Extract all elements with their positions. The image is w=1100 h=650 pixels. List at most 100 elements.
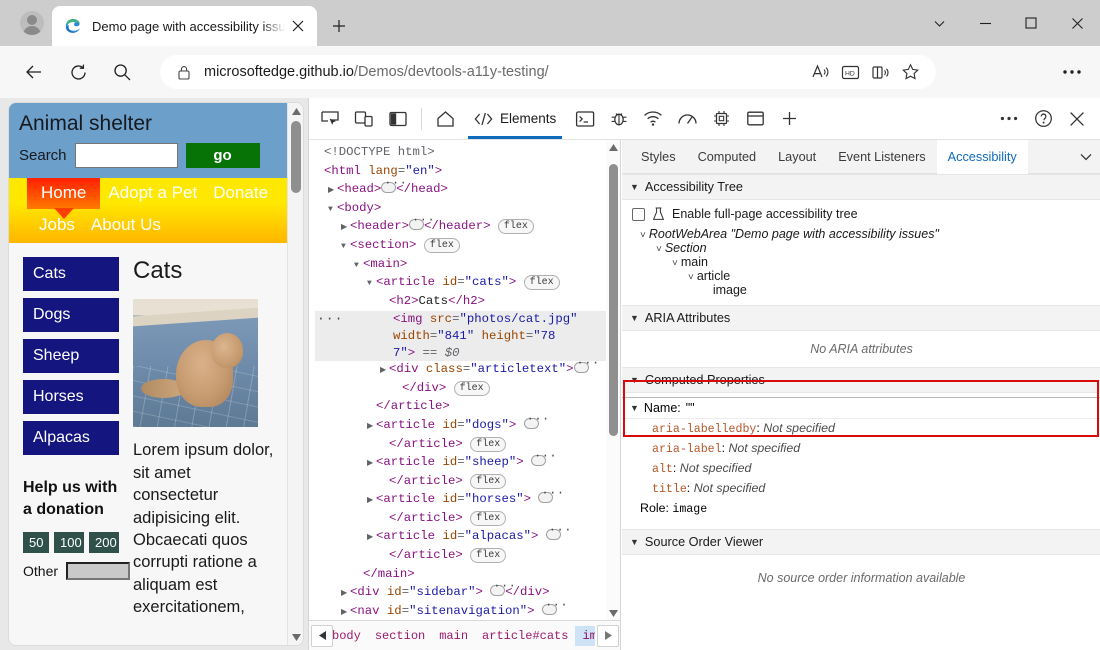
section-accessibility-tree[interactable]: ▼ Accessibility Tree — [622, 174, 1100, 200]
breadcrumb-item-section[interactable]: section — [368, 626, 432, 646]
expand-chevron-icon[interactable]: ˅ — [656, 244, 662, 255]
close-icon[interactable] — [285, 13, 311, 39]
collapse-triangle-icon[interactable]: ▶ — [367, 419, 376, 436]
a11y-node-main[interactable]: ˅main — [632, 255, 1093, 269]
collapse-triangle-icon[interactable]: ▶ — [341, 605, 350, 620]
dom-node-selected-cont2[interactable]: 7"> == $0 — [315, 345, 606, 362]
help-icon[interactable] — [1026, 103, 1060, 135]
scroll-up-arrow-icon[interactable] — [288, 103, 304, 119]
category-sheep[interactable]: Sheep — [23, 339, 119, 373]
application-icon[interactable] — [738, 103, 772, 135]
dom-node-line[interactable]: ▶<header></header> flex — [315, 218, 606, 237]
dom-node-line[interactable]: ▶<article id="dogs"> — [315, 417, 606, 436]
expand-chevron-icon[interactable]: ˅ — [640, 230, 646, 241]
nav-item-adopt[interactable]: Adopt a Pet — [100, 178, 205, 209]
tab-elements[interactable]: Elements — [462, 99, 568, 139]
category-alpacas[interactable]: Alpacas — [23, 421, 119, 455]
expand-triangle-icon[interactable]: ▼ — [341, 239, 350, 256]
category-dogs[interactable]: Dogs — [23, 298, 119, 332]
enable-full-page-tree-row[interactable]: Enable full-page accessibility tree — [632, 207, 1093, 221]
page-scrollbar[interactable] — [287, 103, 303, 645]
dock-side-icon[interactable] — [381, 103, 415, 135]
browser-settings-ellipsis-icon[interactable] — [1056, 58, 1088, 86]
tab-layout[interactable]: Layout — [767, 140, 827, 174]
expand-triangle-icon[interactable]: ▼ — [367, 276, 376, 293]
a11y-node-article[interactable]: ˅article — [632, 269, 1093, 283]
home-icon[interactable] — [428, 103, 462, 135]
a11y-node-image[interactable]: ˅image — [632, 283, 1093, 297]
nav-item-donate[interactable]: Donate — [205, 178, 276, 209]
dom-node-line[interactable]: <!DOCTYPE html> — [315, 144, 606, 163]
collapse-triangle-icon[interactable]: ▶ — [367, 530, 376, 547]
dom-node-line[interactable]: ▶<head></head> — [315, 181, 606, 200]
donation-other-input[interactable] — [66, 562, 130, 580]
nav-item-home[interactable]: Home — [27, 178, 100, 209]
a11y-node-RootWebArea[interactable]: ˅RootWebArea "Demo page with accessibili… — [632, 227, 1093, 241]
computed-name-row[interactable]: ▼ Name: "" — [622, 397, 1100, 419]
page-scroll-thumb[interactable] — [291, 121, 301, 193]
donation-amount-100[interactable]: 100 — [54, 532, 84, 553]
dom-node-selected-cont[interactable]: width="841" height="78 — [315, 328, 606, 345]
dom-node-line[interactable]: ▼<article id="cats"> flex — [315, 274, 606, 293]
tab-event-listeners[interactable]: Event Listeners — [827, 140, 936, 174]
device-emulation-icon[interactable] — [347, 103, 381, 135]
node-menu-ellipsis-icon[interactable]: ··· — [317, 311, 343, 328]
chevron-down-icon[interactable] — [916, 0, 962, 46]
back-arrow-icon[interactable] — [16, 54, 52, 90]
devtools-more-ellipsis-icon[interactable] — [992, 103, 1026, 135]
devtools-close-icon[interactable] — [1060, 103, 1094, 135]
sidebar-tabs-chevron-down-icon[interactable] — [1071, 140, 1100, 174]
breadcrumb-item-main[interactable]: main — [432, 626, 475, 646]
search-icon[interactable] — [104, 54, 140, 90]
expand-chevron-icon[interactable]: ˅ — [672, 258, 678, 269]
refresh-icon[interactable] — [60, 54, 96, 90]
read-aloud-icon[interactable] — [806, 58, 834, 86]
immersive-reader-icon[interactable] — [866, 58, 894, 86]
expand-chevron-icon[interactable]: ˅ — [688, 272, 694, 283]
minimize-icon[interactable] — [962, 0, 1008, 46]
tab-styles[interactable]: Styles — [630, 140, 687, 174]
nav-item-about-us[interactable]: About Us — [83, 210, 169, 241]
dom-scroll-thumb[interactable] — [609, 164, 618, 436]
dom-node-line[interactable]: </article> — [315, 398, 606, 417]
dom-node-line[interactable]: </div> flex — [315, 380, 606, 399]
dom-node-line[interactable]: ▶<article id="alpacas"> — [315, 528, 606, 547]
dom-scrollbar[interactable] — [606, 140, 620, 620]
section-aria-attributes[interactable]: ▼ ARIA Attributes — [622, 305, 1100, 331]
dom-node-line[interactable]: </article> flex — [315, 547, 606, 566]
dom-node-line[interactable]: </main> — [315, 566, 606, 585]
section-source-order-viewer[interactable]: ▼ Source Order Viewer — [622, 529, 1100, 555]
enable-full-page-tree-checkbox[interactable] — [632, 208, 645, 221]
expand-triangle-icon[interactable]: ▼ — [354, 258, 363, 275]
collapse-triangle-icon[interactable]: ▶ — [367, 493, 376, 510]
go-button[interactable]: go — [186, 143, 260, 168]
tab-computed[interactable]: Computed — [687, 140, 768, 174]
network-icon[interactable] — [636, 103, 670, 135]
dom-node-line[interactable]: ▶<article id="horses"> — [315, 491, 606, 510]
collapse-triangle-icon[interactable]: ▶ — [341, 220, 350, 237]
dom-scroll-up-icon[interactable] — [606, 140, 620, 154]
expand-triangle-icon[interactable]: ▼ — [328, 202, 337, 219]
dom-node-line[interactable]: </article> flex — [315, 436, 606, 455]
dom-node-selected[interactable]: ···<img src="photos/cat.jpg" — [315, 311, 606, 328]
profile-avatar-button[interactable] — [8, 5, 56, 41]
dom-node-line[interactable]: ▼<main> — [315, 256, 606, 275]
close-icon[interactable] — [1054, 0, 1100, 46]
donation-amount-50[interactable]: 50 — [23, 532, 49, 553]
dom-scroll-down-icon[interactable] — [606, 606, 620, 620]
search-input[interactable] — [75, 143, 178, 168]
performance-icon[interactable] — [670, 103, 704, 135]
dom-tree[interactable]: <!DOCTYPE html> <html lang="en">▶<head><… — [309, 140, 606, 620]
breadcrumb-item-article-cats[interactable]: article#cats — [475, 626, 575, 646]
dom-node-line[interactable]: ▶<nav id="sitenavigation"> — [315, 603, 606, 620]
breadcrumb[interactable]: bodysectionmainarticle#catsimg — [309, 620, 621, 650]
maximize-icon[interactable] — [1008, 0, 1054, 46]
collapse-triangle-icon[interactable]: ▶ — [341, 586, 350, 603]
hd-icon[interactable]: HD — [836, 58, 864, 86]
add-tool-icon[interactable] — [772, 103, 806, 135]
collapse-triangle-icon[interactable]: ▶ — [367, 456, 376, 473]
dom-node-line[interactable]: <h2>Cats</h2> — [315, 293, 606, 312]
inspect-element-icon[interactable] — [313, 103, 347, 135]
new-tab-button[interactable] — [324, 11, 354, 41]
console-icon[interactable] — [568, 103, 602, 135]
